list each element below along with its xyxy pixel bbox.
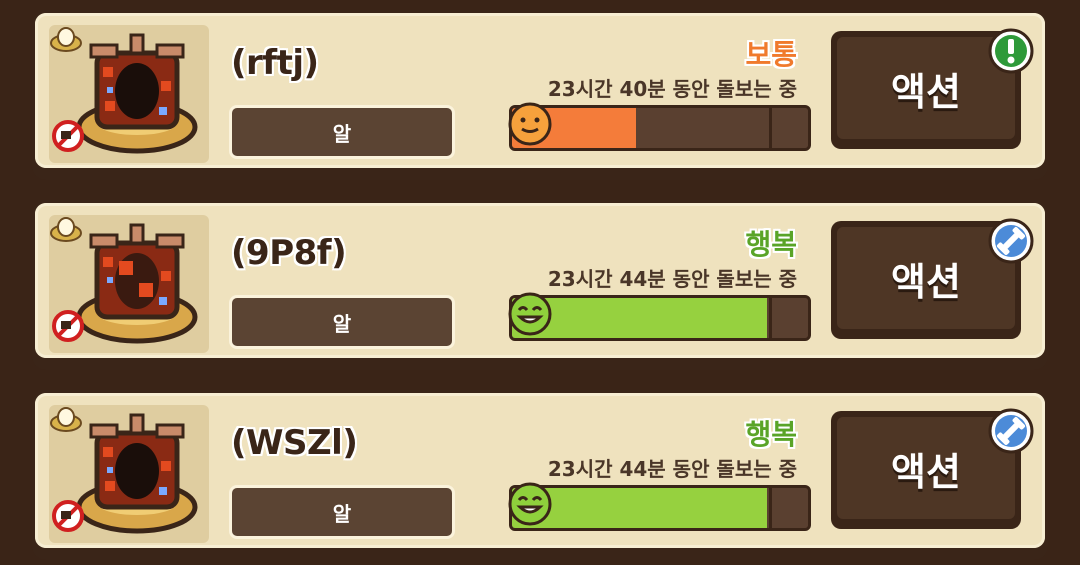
egg-nest-icon xyxy=(76,223,198,344)
no-feed-icon xyxy=(52,500,84,532)
no-feed-icon xyxy=(52,310,84,342)
pet-portrait[interactable] xyxy=(49,405,209,543)
pet-name: (rftj) xyxy=(231,43,319,83)
pet-portrait[interactable] xyxy=(49,215,209,353)
egg-nest-icon xyxy=(76,413,198,534)
dumbbell-badge-icon[interactable] xyxy=(987,217,1035,265)
pet-card: (9P8f) 알 행복 23시간 44분 동안 돌보는 중 액션 xyxy=(32,200,1048,370)
neutral-face-icon xyxy=(508,102,552,146)
mood-bar xyxy=(509,105,811,151)
pet-type-badge: 알 xyxy=(229,485,455,539)
pet-card-panel: (9P8f) 알 행복 23시간 44분 동안 돌보는 중 액션 xyxy=(35,203,1045,358)
mood-label: 행복 xyxy=(745,228,797,261)
pet-card-panel: (WSZl) 알 행복 23시간 44분 동안 돌보는 중 액션 xyxy=(35,393,1045,548)
happy-face-icon xyxy=(508,482,552,526)
mood-bar-end xyxy=(769,108,808,148)
mood-bar xyxy=(509,485,811,531)
egg-nest-icon xyxy=(76,33,198,154)
mood-label: 보통 xyxy=(745,38,797,71)
pet-card-panel: (rftj) 알 보통 23시간 40분 동안 돌보는 중 액션 xyxy=(35,13,1045,168)
happy-face-icon xyxy=(508,292,552,336)
pet-card: (rftj) 알 보통 23시간 40분 동안 돌보는 중 액션 xyxy=(32,10,1048,180)
mood-label: 행복 xyxy=(745,418,797,451)
pet-name: (9P8f) xyxy=(231,233,347,273)
no-feed-icon xyxy=(52,120,84,152)
mood-bar-end xyxy=(769,298,808,338)
mood-bar xyxy=(509,295,811,341)
pet-type-badge: 알 xyxy=(229,105,455,159)
care-time-text: 23시간 44분 동안 돌보는 중 xyxy=(547,457,797,481)
pet-name: (WSZl) xyxy=(231,423,358,463)
alert-badge-icon[interactable] xyxy=(987,27,1035,75)
mood-bar-end xyxy=(769,488,808,528)
pet-card: (WSZl) 알 행복 23시간 44분 동안 돌보는 중 액션 xyxy=(32,390,1048,560)
pet-type-badge: 알 xyxy=(229,295,455,349)
care-time-text: 23시간 40분 동안 돌보는 중 xyxy=(547,77,797,101)
dumbbell-badge-icon[interactable] xyxy=(987,407,1035,455)
care-time-text: 23시간 44분 동안 돌보는 중 xyxy=(547,267,797,291)
pet-portrait[interactable] xyxy=(49,25,209,163)
